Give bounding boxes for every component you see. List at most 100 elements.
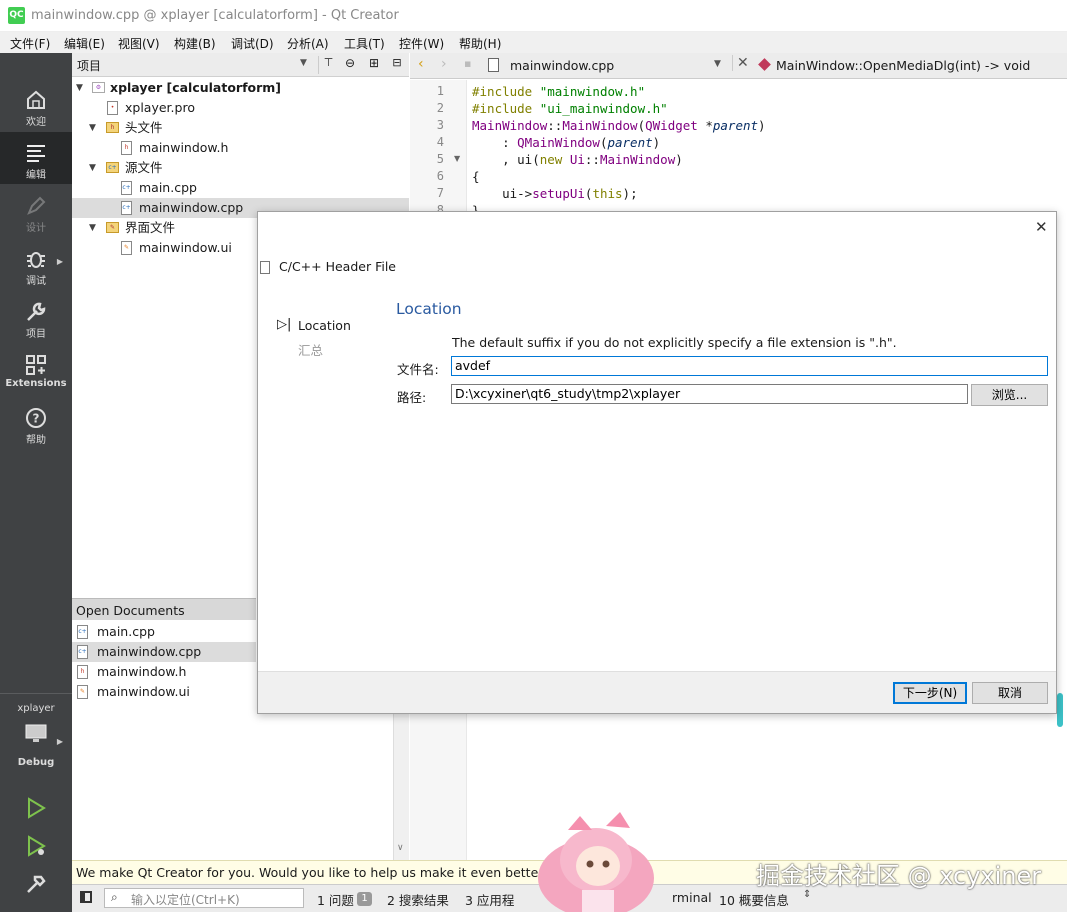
terminal-pane-button[interactable]: rminal bbox=[672, 890, 712, 905]
view-dropdown-arrow-icon[interactable]: ▼ bbox=[300, 58, 307, 68]
cpp-file-icon: c+ bbox=[121, 201, 132, 215]
window-title: mainwindow.cpp @ xplayer [calculatorform… bbox=[31, 8, 399, 23]
open-doc-label: main.cpp bbox=[97, 624, 155, 639]
scroll-down-icon[interactable]: ∨ bbox=[397, 843, 404, 853]
code-line: { bbox=[472, 169, 480, 184]
filename-field[interactable]: avdef bbox=[451, 356, 1048, 376]
pro-file-icon: • bbox=[107, 101, 118, 115]
symbol-selector[interactable]: MainWindow::OpenMediaDlg(int) -> void bbox=[776, 58, 1030, 73]
line-number: 6 bbox=[436, 169, 444, 183]
dialog-header: C/C++ Header File bbox=[279, 259, 396, 274]
line-number: 7 bbox=[436, 186, 444, 200]
method-icon bbox=[758, 58, 771, 71]
debug-run-icon bbox=[28, 835, 46, 857]
header-file-icon: h bbox=[77, 665, 88, 679]
split-icon[interactable]: ⊞ bbox=[364, 56, 384, 74]
next-button[interactable]: 下一步(N) bbox=[893, 682, 967, 704]
tree-row-project[interactable]: ▼ ⚙ xplayer [calculatorform] bbox=[72, 78, 409, 98]
tree-row-pro-file[interactable]: • xplayer.pro bbox=[72, 98, 409, 118]
tree-row-header-file[interactable]: h mainwindow.h bbox=[72, 138, 409, 158]
collapse-arrow-icon[interactable]: ▼ bbox=[89, 218, 96, 238]
code-line: ui->setupUi(this); bbox=[472, 186, 638, 201]
menu-edit[interactable]: 编辑(E) bbox=[64, 35, 105, 52]
dialog-close-icon[interactable]: ✕ bbox=[1035, 218, 1048, 236]
general-messages-pane-button[interactable]: 10 概要信息 bbox=[719, 890, 789, 909]
browse-button[interactable]: 浏览... bbox=[971, 384, 1048, 406]
project-pane-header: 项目 ▼ ⊤ ⊖ ⊞ ⊟ bbox=[72, 53, 409, 77]
collapse-arrow-icon[interactable]: ▼ bbox=[89, 158, 96, 178]
build-button[interactable] bbox=[0, 869, 72, 903]
ui-file-icon: ✎ bbox=[77, 685, 88, 699]
collapse-arrow-icon[interactable]: ▼ bbox=[76, 78, 83, 98]
menu-view[interactable]: 视图(V) bbox=[118, 35, 160, 52]
mode-extensions[interactable]: Extensions bbox=[0, 344, 72, 396]
open-doc-item[interactable]: ✎ mainwindow.ui bbox=[72, 682, 256, 702]
back-icon[interactable]: ‹ bbox=[418, 56, 424, 72]
menu-widgets[interactable]: 控件(W) bbox=[399, 35, 444, 52]
current-step-arrow-icon: ▷| bbox=[277, 317, 292, 332]
svg-text:?: ? bbox=[33, 412, 40, 426]
run-button[interactable] bbox=[0, 793, 72, 827]
menu-build[interactable]: 构建(B) bbox=[174, 35, 216, 52]
path-field[interactable]: D:\xcyxiner\qt6_study\tmp2\xplayer bbox=[451, 384, 968, 404]
fold-marker-icon[interactable]: ▼ bbox=[454, 154, 460, 163]
editor-file-tab[interactable]: mainwindow.cpp bbox=[510, 58, 614, 73]
menu-file[interactable]: 文件(F) bbox=[10, 35, 50, 52]
tree-item-label: mainwindow.h bbox=[139, 140, 229, 155]
home-icon bbox=[27, 90, 45, 109]
title-bar: QC mainwindow.cpp @ xplayer [calculatorf… bbox=[0, 0, 1067, 32]
tree-row-main-cpp[interactable]: c+ main.cpp bbox=[72, 178, 409, 198]
line-number: 3 bbox=[436, 118, 444, 132]
open-doc-item[interactable]: c+ mainwindow.cpp bbox=[72, 642, 256, 662]
open-doc-item[interactable]: c+ main.cpp bbox=[72, 622, 256, 642]
link-sync-icon[interactable]: ⊖ bbox=[340, 56, 360, 74]
tree-row-sources[interactable]: ▼ c+ 源文件 bbox=[72, 158, 409, 178]
code-line: #include "mainwindow.h" bbox=[472, 84, 646, 99]
editor-scroll-indicator[interactable] bbox=[1057, 693, 1063, 727]
menu-analyze[interactable]: 分析(A) bbox=[287, 35, 329, 52]
locator-input[interactable]: ⌕ 输入以定位(Ctrl+K) bbox=[104, 888, 304, 908]
debug-run-button[interactable] bbox=[0, 831, 72, 865]
toggle-sidebar-icon[interactable] bbox=[80, 891, 92, 903]
mode-debug[interactable]: ▶ 调试 bbox=[0, 238, 72, 290]
app-output-pane-button[interactable]: 3 应用程 bbox=[465, 890, 514, 909]
code-line: : QMainWindow(parent) bbox=[472, 135, 661, 150]
open-doc-label: mainwindow.cpp bbox=[97, 644, 202, 659]
path-label: 路径: bbox=[397, 390, 427, 405]
file-dropdown-arrow-icon[interactable]: ▼ bbox=[714, 59, 721, 69]
close-pane-icon[interactable]: ⊟ bbox=[388, 56, 406, 74]
open-documents-list: c+ main.cpp c+ mainwindow.cpp h mainwind… bbox=[72, 620, 256, 860]
menu-debug[interactable]: 调试(D) bbox=[231, 35, 274, 52]
cancel-button[interactable]: 取消 bbox=[972, 682, 1048, 704]
wrench-icon bbox=[27, 302, 46, 321]
search-icon: ⌕ bbox=[111, 890, 118, 904]
open-doc-item[interactable]: h mainwindow.h bbox=[72, 662, 256, 682]
search-results-pane-button[interactable]: 2 搜索结果 bbox=[387, 890, 449, 909]
mode-edit[interactable]: 编辑 bbox=[0, 132, 72, 184]
document-icon bbox=[488, 58, 499, 72]
tree-row-headers[interactable]: ▼ h 头文件 bbox=[72, 118, 409, 138]
code-line: MainWindow::MainWindow(QWidget *parent) bbox=[472, 118, 766, 133]
issues-pane-button[interactable]: 1 问题 bbox=[317, 890, 354, 909]
section-title: Location bbox=[396, 300, 462, 318]
issues-count-badge: 1 bbox=[357, 892, 372, 906]
mode-projects[interactable]: 项目 bbox=[0, 291, 72, 343]
code-line: #include "ui_mainwindow.h" bbox=[472, 101, 668, 116]
mode-help[interactable]: ? 帮助 bbox=[0, 397, 72, 449]
mode-welcome[interactable]: 欢迎 bbox=[0, 79, 72, 131]
menu-tools[interactable]: 工具(T) bbox=[344, 35, 385, 52]
lock-icon: ▪ bbox=[464, 57, 472, 70]
menu-help[interactable]: 帮助(H) bbox=[459, 35, 501, 52]
cpp-file-icon: c+ bbox=[77, 625, 88, 639]
collapse-arrow-icon[interactable]: ▼ bbox=[89, 118, 96, 138]
forward-icon[interactable]: › bbox=[441, 56, 447, 72]
ui-file-icon: ✎ bbox=[121, 241, 132, 255]
kit-selector[interactable]: ▶ Debug bbox=[0, 721, 72, 773]
close-editor-icon[interactable]: ✕ bbox=[732, 55, 749, 71]
filter-icon[interactable]: ⊤ bbox=[318, 56, 338, 74]
mode-design[interactable]: 设计 bbox=[0, 185, 72, 237]
open-doc-label: mainwindow.h bbox=[97, 664, 187, 679]
bug-icon bbox=[27, 252, 45, 268]
mode-bar-divider bbox=[0, 693, 72, 694]
tree-item-label: 界面文件 bbox=[125, 220, 176, 235]
